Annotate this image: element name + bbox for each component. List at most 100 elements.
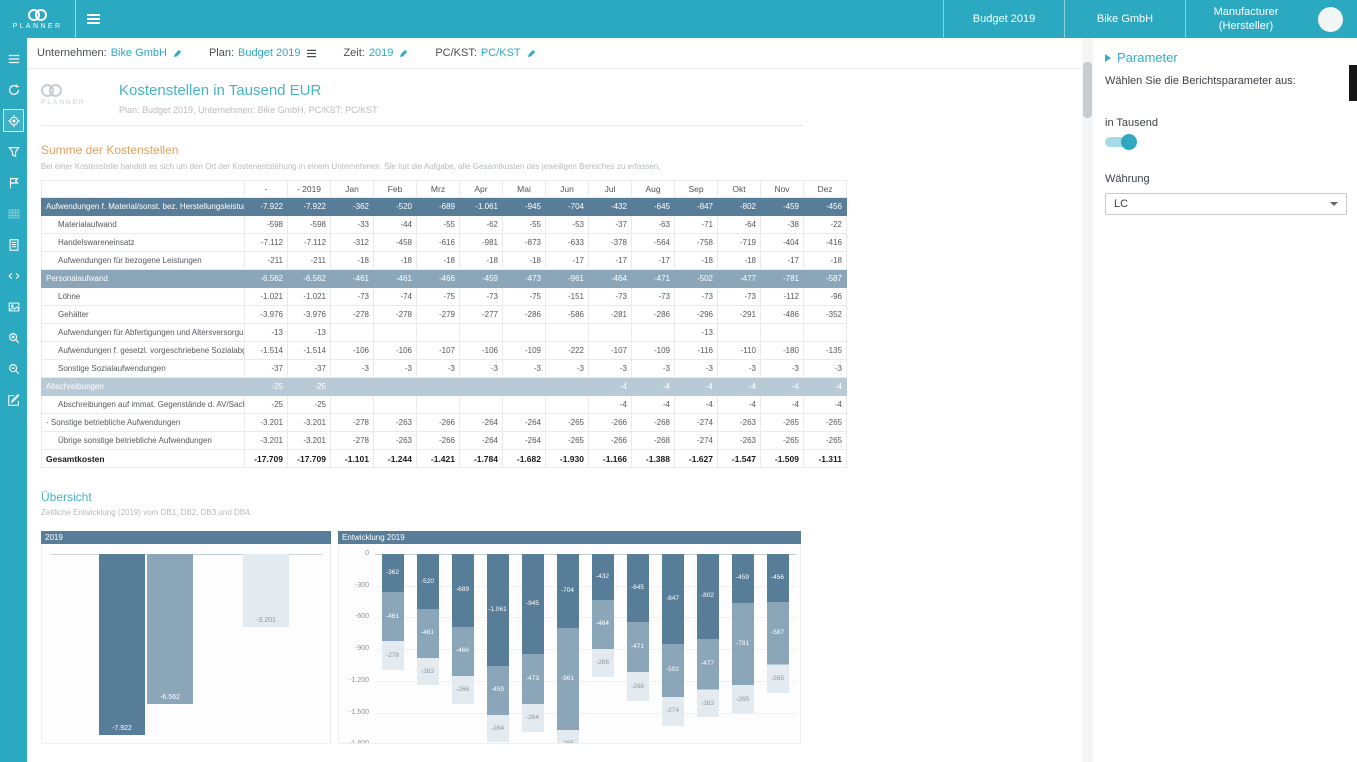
sync-icon[interactable] [0,74,27,105]
filter-value[interactable]: Bike GmbH [111,47,167,59]
segment-value-label: -264 [490,724,504,732]
cell: -7.922 [244,197,288,216]
user-avatar[interactable] [1318,6,1343,32]
in-tausend-toggle[interactable] [1105,134,1137,150]
cell: -71 [674,215,718,234]
row-label[interactable]: - Sonstige betriebliche Aufwendungen [41,413,245,432]
page-subtitle: Plan: Budget 2019, Unternehmen: Bike Gmb… [119,105,378,115]
code-icon[interactable] [0,260,27,291]
segment-value-label: -264 [525,713,539,721]
grid-icon[interactable] [0,198,27,229]
cell: -13 [244,323,288,342]
column-header: Jun [545,180,589,198]
cell: -25 [244,377,288,396]
y-axis-tick-label: -300 [354,581,369,589]
cell [717,323,761,342]
topbar-item-bike-gmbh[interactable]: Bike GmbH [1064,0,1185,38]
cell: -291 [717,305,761,324]
cell: -4 [760,377,804,396]
section-title: Summe der Kostenstellen [41,143,179,157]
row-label[interactable]: Aufwendungen f. Material/sonst. bez. Her… [41,197,245,216]
cell: -3 [588,359,632,378]
cell [631,323,675,342]
overview-description: Zeitliche Entwicklung (2019) vom DB1, DB… [41,508,252,517]
parameter-panel: Parameter Wählen Sie die Berichtsparamet… [1093,38,1349,762]
currency-label: Währung [1105,173,1150,185]
document-icon[interactable] [0,229,27,260]
edit-icon[interactable] [399,48,409,58]
table-row: Materialaufwand -598 -598 -33 -44 -55 -62 -55 -5… [41,215,847,234]
cell [803,323,847,342]
scrollbar-thumb[interactable] [1349,65,1357,101]
target-icon[interactable] [0,105,27,136]
chart-bar[interactable] [195,554,241,555]
table-header-row: -- 2019 Jan Feb Mrz Apr Mai Jun Jul Aug Sep Okt Nov… [41,180,847,198]
cell: -4 [631,377,675,396]
flag-icon[interactable] [0,167,27,198]
zoom-out-icon[interactable] [0,353,27,384]
cell [373,323,417,342]
cell [502,377,546,396]
cell [459,395,503,414]
segment-value-label: -432 [595,572,609,580]
segment-value-label: -961 [560,675,574,683]
cell: -55 [502,215,546,234]
cell [416,377,460,396]
filter-value[interactable]: PC/KST [481,47,521,59]
cell: -802 [717,197,761,216]
column-header: Mai [502,180,546,198]
segment-value-label: -274 [665,707,679,715]
cell: -1.930 [545,449,589,468]
chevron-down-icon [1330,202,1338,206]
cell: -4 [674,377,718,396]
cell: -44 [373,215,417,234]
cell: -3 [416,359,460,378]
menu-icon[interactable] [76,0,110,38]
content-scrollbar[interactable] [1082,38,1093,762]
chart-bar[interactable] [99,554,145,736]
cell: -1.101 [330,449,374,468]
segment-value-label: -802 [700,592,714,600]
column-header: Feb [373,180,417,198]
menu-icon[interactable] [306,49,317,58]
cell: -6.562 [244,269,288,288]
cell: -281 [588,305,632,324]
cell: -73 [459,287,503,306]
edit-icon[interactable] [527,48,537,58]
cell: -3 [631,359,675,378]
cell [760,323,804,342]
topbar-item-budget-2019[interactable]: Budget 2019 [943,0,1064,38]
table-row: Aufwendungen f. gesetzl. vorgeschriebene… [41,341,847,360]
table-row: Abschreibungen auf immat. Gegenstände d.… [41,395,847,414]
menu-icon[interactable] [0,43,27,74]
filter-label: Plan: [208,47,235,59]
row-label[interactable]: Abschreibungen [41,377,245,396]
scrollbar-thumb[interactable] [1083,62,1092,118]
edit-icon[interactable] [173,48,183,58]
filter-icon[interactable] [0,136,27,167]
column-header[interactable]: - [244,180,288,198]
segment-value-label: -265 [560,739,574,744]
divider [41,125,803,126]
filter-value[interactable]: 2019 [369,47,393,59]
cell: -473 [502,269,546,288]
cell: -274 [674,413,718,432]
currency-select[interactable]: LC [1105,193,1347,215]
column-header[interactable]: - 2019 [287,180,331,198]
cell: -264 [502,413,546,432]
chart-bar[interactable] [147,554,193,704]
filter-value[interactable]: Budget 2019 [238,47,300,59]
parameter-header[interactable]: Parameter [1105,50,1349,65]
toggle-knob[interactable] [1121,134,1137,150]
row-label[interactable]: Personalaufwand [41,269,245,288]
report-header: PLANNER Kostenstellen in Tausend EUR Pla… [41,81,1082,115]
edit-icon[interactable] [0,384,27,415]
zoom-in-icon[interactable] [0,322,27,353]
app-logo[interactable]: PLANNER [0,0,76,38]
image-icon[interactable] [0,291,27,322]
y-axis-tick-label: 0 [365,550,369,557]
page-scrollbar[interactable] [1349,38,1357,762]
topbar-item-manufacturer[interactable]: Manufacturer (Hersteller) [1185,0,1306,38]
row-label: Gesamtkosten [41,449,245,468]
